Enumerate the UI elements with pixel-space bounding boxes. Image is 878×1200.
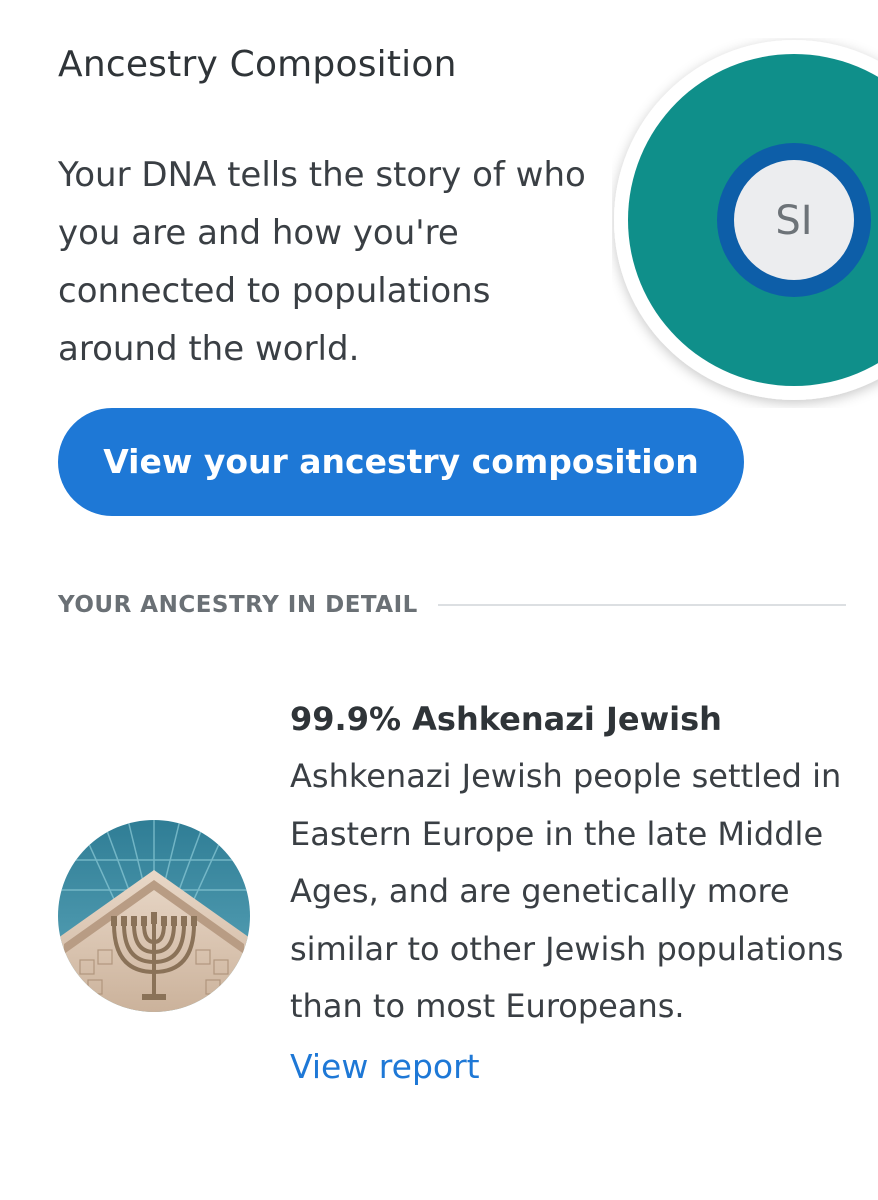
view-ancestry-composition-button[interactable]: View your ancestry composition bbox=[58, 408, 744, 516]
menorah-icon bbox=[58, 820, 250, 1012]
donut-svg: SI bbox=[614, 40, 878, 400]
section-header: YOUR ANCESTRY IN DETAIL bbox=[58, 588, 846, 622]
section-divider bbox=[437, 604, 846, 606]
section-title: YOUR ANCESTRY IN DETAIL bbox=[58, 592, 418, 618]
ancestry-donut-chart[interactable]: SI bbox=[612, 38, 878, 408]
avatar-initials: SI bbox=[775, 198, 812, 244]
card-title: Ancestry Composition bbox=[58, 44, 457, 85]
ancestry-page: Ancestry Composition Your DNA tells the … bbox=[0, 0, 878, 1200]
population-image bbox=[58, 820, 250, 1012]
population-description: Ashkenazi Jewish people settled in Easte… bbox=[290, 757, 844, 1025]
population-name: 99.9% Ashkenazi Jewish bbox=[290, 700, 722, 738]
card-description: Your DNA tells the story of who you are … bbox=[58, 155, 586, 369]
population-detail: 99.9% Ashkenazi Jewish Ashkenazi Jewish … bbox=[290, 690, 850, 1096]
view-report-link[interactable]: View report bbox=[290, 1038, 850, 1096]
